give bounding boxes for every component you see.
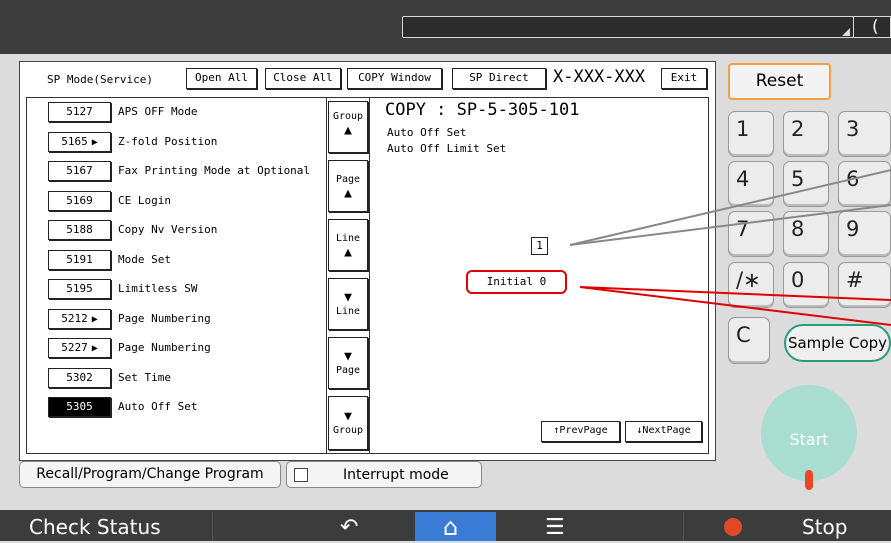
home-icon: ⌂: [443, 513, 459, 541]
check-status-button[interactable]: Check Status: [29, 512, 161, 543]
annotation-lines: [569, 169, 891, 326]
stop-icon: [724, 518, 742, 536]
menu-icon[interactable]: ☰: [545, 512, 565, 543]
annotation-line-gray-2: [569, 204, 891, 246]
annotation-line-gray-1: [569, 169, 891, 246]
back-icon[interactable]: ↶: [340, 512, 358, 543]
divider: [212, 512, 213, 541]
stop-button[interactable]: Stop: [802, 512, 847, 543]
divider: [683, 512, 684, 541]
